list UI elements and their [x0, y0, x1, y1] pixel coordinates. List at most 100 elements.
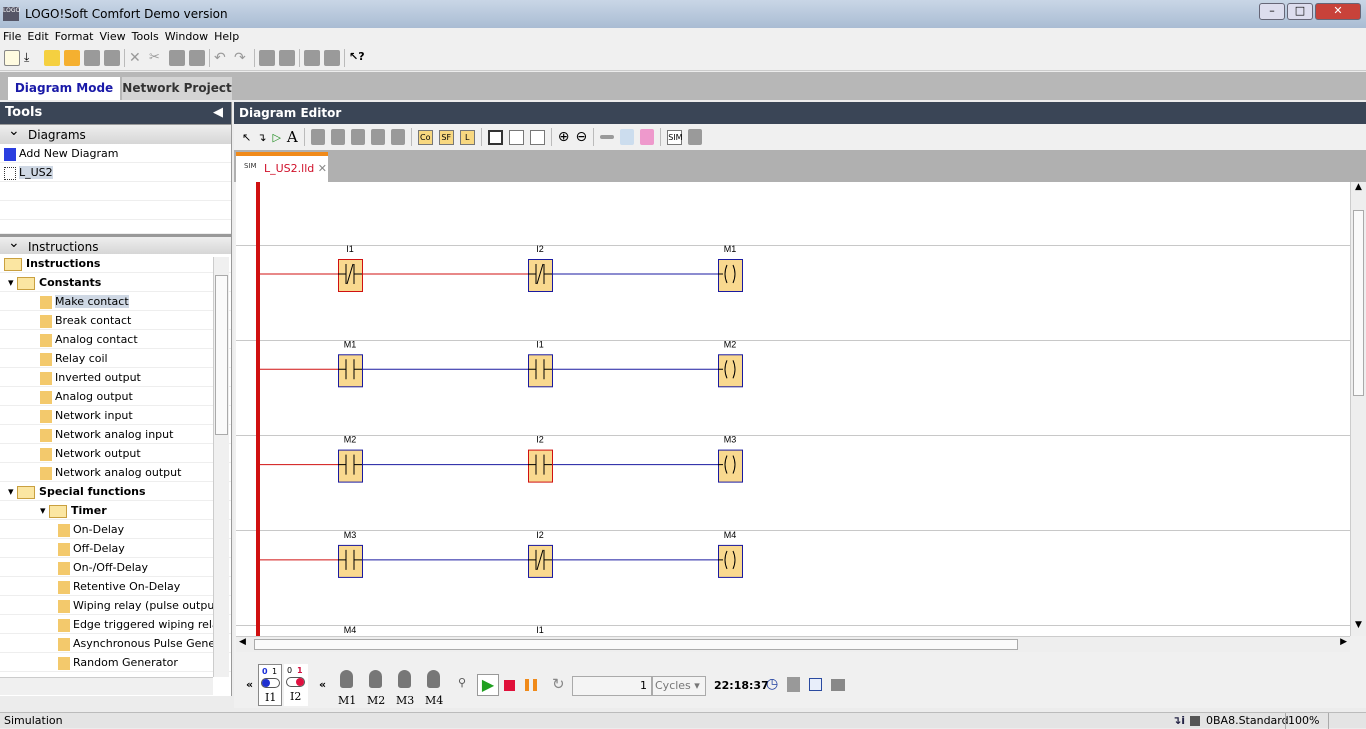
block-label[interactable]: I1 — [346, 244, 354, 254]
table-icon[interactable] — [620, 129, 635, 145]
block-label[interactable]: M3 — [724, 435, 737, 445]
open-icon[interactable] — [44, 49, 60, 66]
contact-block[interactable] — [338, 259, 363, 292]
print-icon[interactable] — [104, 49, 120, 66]
tree-item[interactable]: ▾ Timer — [0, 501, 231, 520]
menu-view[interactable]: View — [97, 28, 129, 45]
zoom-in-icon[interactable]: ⊕ — [558, 129, 570, 145]
canvas-hscrollbar[interactable]: ◀ ▶ — [236, 636, 1350, 652]
menu-help[interactable]: Help — [211, 28, 242, 45]
delete-icon[interactable]: ✕ — [129, 50, 145, 66]
clock-icon[interactable]: ◷ — [766, 676, 778, 692]
split-icon[interactable] — [370, 129, 385, 145]
tree-item[interactable]: Network input — [0, 406, 231, 425]
collapse-icon[interactable]: ◀ — [213, 102, 223, 124]
cut-icon[interactable]: ✂ — [149, 50, 165, 66]
tree-item[interactable]: On-Delay — [0, 520, 231, 539]
redo-icon[interactable]: ↷ — [234, 50, 250, 66]
block-label[interactable]: M1 — [724, 244, 737, 254]
paste-icon[interactable] — [189, 49, 205, 66]
grid-view-icon[interactable] — [831, 679, 845, 691]
tree-item[interactable]: ▾ Special functions — [0, 482, 231, 501]
expand-arrow-icon[interactable]: ▾ — [8, 485, 17, 498]
tree-item[interactable]: On-/Off-Delay — [0, 558, 231, 577]
block-tool-icon[interactable]: ▷ — [272, 131, 280, 144]
single-view-icon[interactable] — [487, 129, 503, 145]
block-label[interactable]: M3 — [344, 530, 357, 540]
menu-format[interactable]: Format — [52, 28, 97, 45]
cycles-input[interactable]: 1 — [572, 676, 652, 696]
block-label[interactable]: I1 — [536, 625, 544, 635]
help-pointer-icon[interactable]: ↖? — [349, 50, 365, 66]
block-label[interactable]: I2 — [536, 435, 544, 445]
text-tool-icon[interactable]: A — [287, 128, 298, 146]
pen-icon[interactable] — [600, 135, 615, 139]
online-test-icon[interactable] — [688, 129, 703, 145]
instructions-section-header[interactable]: Instructions — [0, 233, 231, 254]
pause-button[interactable] — [525, 679, 537, 691]
tree-item[interactable]: Network analog input — [0, 425, 231, 444]
hierarchy-icon[interactable] — [787, 677, 800, 692]
transfer-pc-plc-icon[interactable] — [259, 49, 275, 66]
menu-edit[interactable]: Edit — [24, 28, 51, 45]
close-button[interactable]: ✕ — [1315, 3, 1361, 20]
input-switch-i2[interactable]: 01 I2 — [284, 664, 308, 706]
tree-item[interactable]: Make contact — [0, 292, 231, 311]
tree-item[interactable]: Random Generator — [0, 653, 231, 672]
tree-item[interactable]: Network analog output — [0, 463, 231, 482]
join-icon[interactable] — [390, 129, 405, 145]
diagram-item[interactable]: L_US2 — [0, 163, 231, 182]
block-label[interactable]: I1 — [536, 339, 544, 349]
canvas-vscrollbar[interactable]: ▲ ▼ — [1350, 182, 1366, 636]
tree-vscrollbar[interactable] — [213, 257, 229, 677]
add-new-diagram[interactable]: Add New Diagram — [0, 144, 231, 163]
tree-item[interactable]: Network output — [0, 444, 231, 463]
expand-arrow-icon[interactable]: ▾ — [8, 276, 17, 289]
tree-item[interactable]: Instructions — [0, 254, 231, 273]
tree-hscrollbar[interactable] — [0, 677, 213, 695]
diagram-canvas[interactable]: I1 I2 M1 M1 I1 M2 M2 I2 M3 M3 I2 M4 M4 I1 — [236, 182, 1350, 636]
select-tool-icon[interactable]: ↖ — [242, 131, 251, 144]
tree-item[interactable]: Break contact — [0, 311, 231, 330]
block-label[interactable]: I2 — [536, 530, 544, 540]
new-file-icon[interactable] — [4, 49, 20, 66]
expand-arrow-icon[interactable]: ▾ — [40, 504, 49, 517]
play-button[interactable]: ▶ — [477, 674, 499, 696]
contact-block[interactable] — [528, 354, 553, 388]
close-tab-icon[interactable]: ✕ — [318, 162, 327, 175]
special-functions-button[interactable]: SF — [438, 129, 454, 145]
block-label[interactable]: I2 — [536, 244, 544, 254]
tree-item[interactable]: Asynchronous Pulse Genera — [0, 634, 231, 653]
block-label[interactable]: M1 — [344, 339, 357, 349]
block-label[interactable]: M2 — [344, 435, 357, 445]
tab-diagram-mode[interactable]: Diagram Mode — [8, 77, 120, 100]
tree-item[interactable]: ▾ Constants — [0, 273, 231, 292]
tree-item[interactable]: Analog output — [0, 387, 231, 406]
collapse-outputs-button[interactable]: « — [319, 678, 326, 691]
properties-icon[interactable] — [324, 49, 340, 66]
convert-icon[interactable] — [640, 129, 655, 145]
menu-window[interactable]: Window — [162, 28, 211, 45]
tree-item[interactable]: Analog contact — [0, 330, 231, 349]
open-folder-icon[interactable] — [64, 49, 80, 66]
file-tab[interactable]: SIM L_US2.lld ✕ — [236, 152, 328, 182]
zoom-out-icon[interactable]: ⊖ — [575, 129, 587, 145]
connect-tool-icon[interactable]: ↴ — [257, 131, 266, 144]
stop-button[interactable] — [504, 680, 515, 691]
cycles-unit-select[interactable]: Cycles ▾ — [652, 676, 706, 696]
coil-block[interactable] — [718, 354, 743, 388]
block-label[interactable]: M4 — [344, 625, 357, 635]
align-icon[interactable] — [310, 129, 325, 145]
contact-block[interactable] — [338, 354, 363, 388]
align-horizontal-icon[interactable] — [330, 129, 345, 145]
contact-block[interactable] — [338, 449, 363, 483]
download-icon[interactable]: ⤓ — [24, 50, 40, 66]
menu-file[interactable]: File — [0, 28, 24, 45]
tree-item[interactable]: Wiping relay (pulse output) — [0, 596, 231, 615]
tree-item[interactable]: Off-Delay — [0, 539, 231, 558]
tab-network-project[interactable]: Network Project — [122, 77, 232, 100]
tree-item[interactable]: Retentive On-Delay — [0, 577, 231, 596]
reset-icon[interactable]: ↻ — [552, 675, 565, 693]
diagrams-section-header[interactable]: Diagrams — [0, 121, 231, 144]
ladder-button[interactable]: L — [459, 129, 475, 145]
